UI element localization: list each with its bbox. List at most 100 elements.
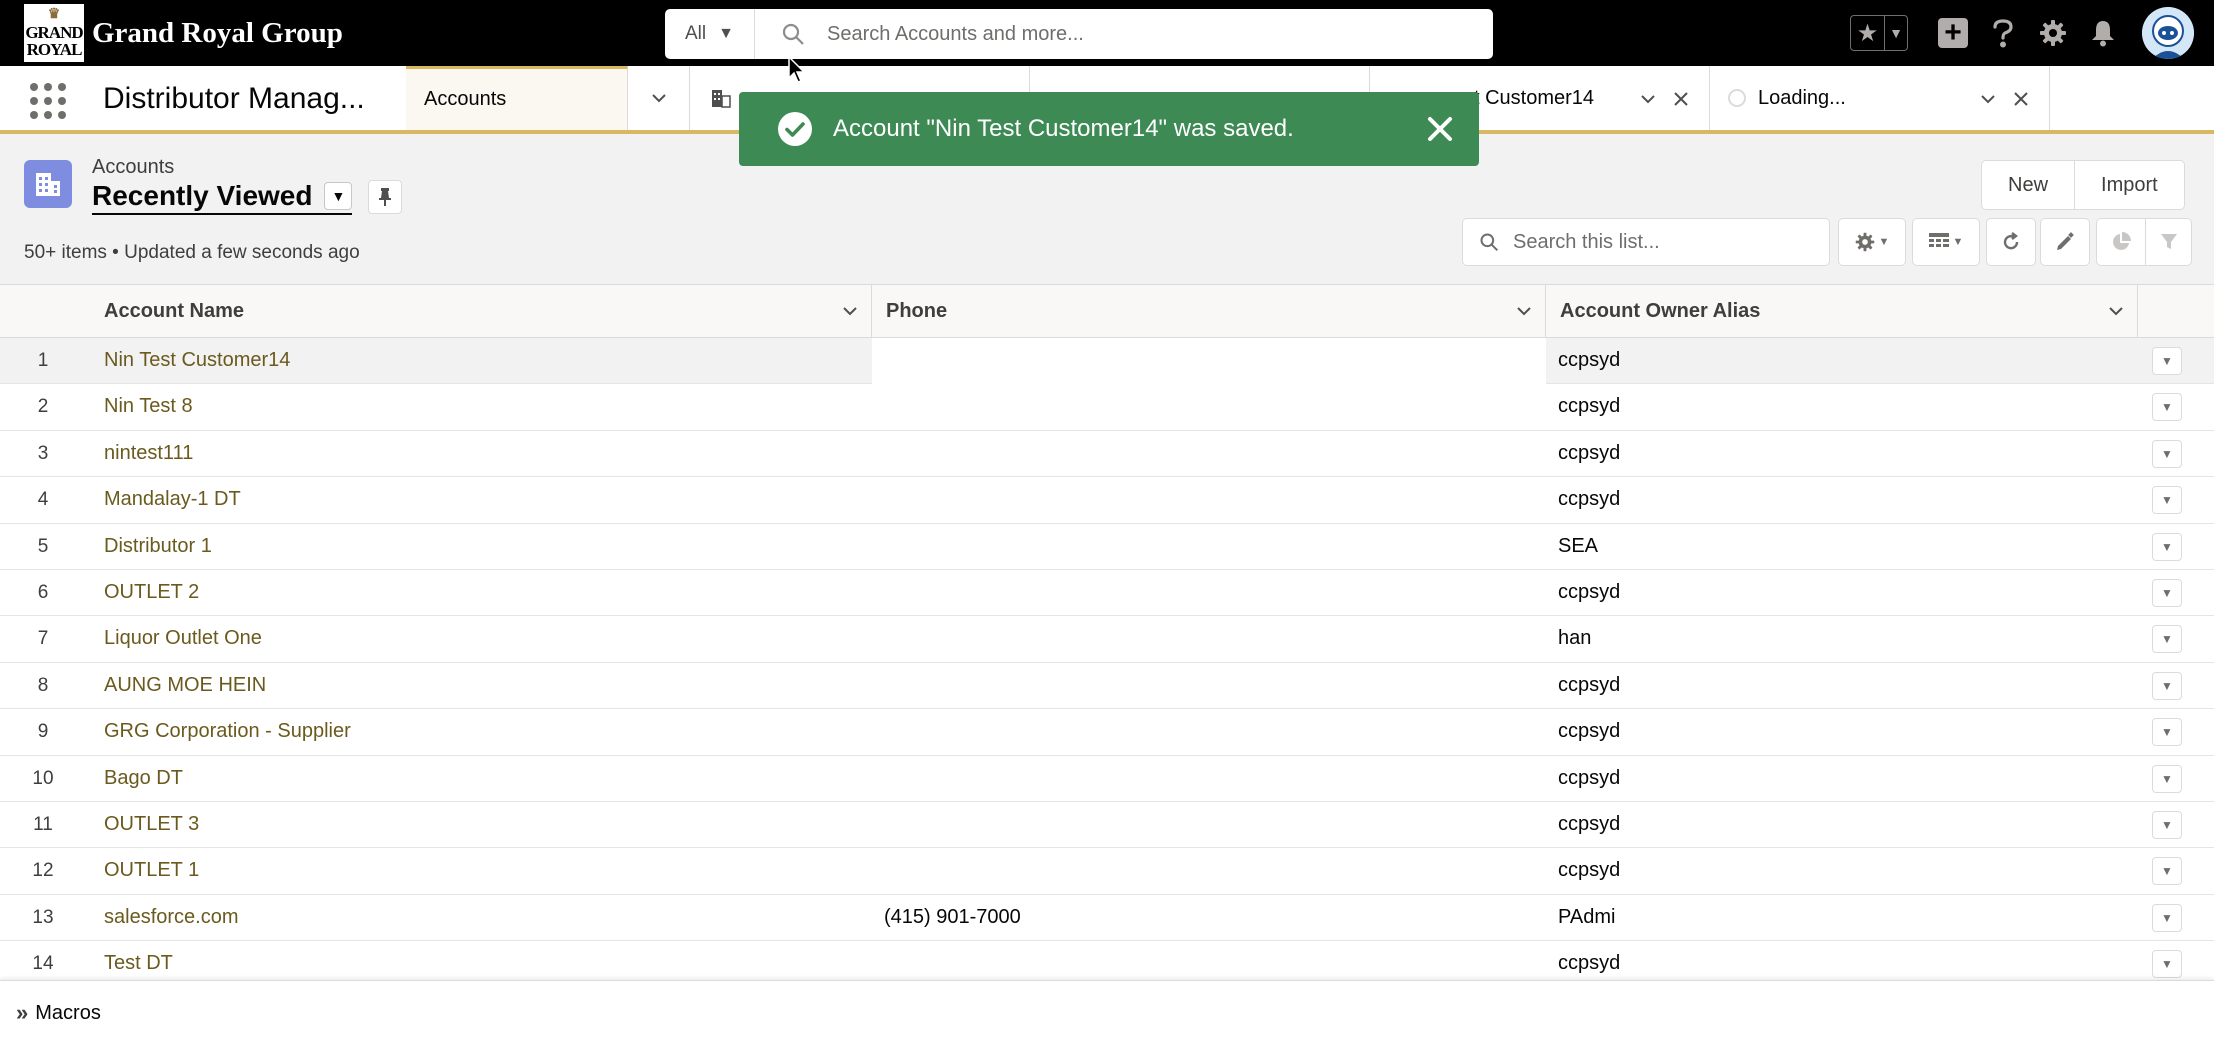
account-name-link[interactable]: salesforce.com [104, 906, 239, 929]
notifications-button[interactable] [2078, 8, 2128, 58]
owner-alias-cell: SEA [1558, 534, 1599, 557]
table-row[interactable]: 6 OUTLET 2 ccpsyd ▼ [0, 570, 2214, 617]
table-row[interactable]: 9 GRG Corporation - Supplier ccpsyd ▼ [0, 709, 2214, 756]
global-search-input[interactable] [827, 22, 1427, 46]
chevron-down-icon[interactable] [841, 302, 859, 320]
table-row[interactable]: 5 Distributor 1 SEA ▼ [0, 524, 2214, 570]
account-name-link[interactable]: OUTLET 3 [104, 813, 199, 836]
account-name-link[interactable]: Test DT [104, 952, 173, 975]
brand[interactable]: ♛ GRAND ROYAL Grand Royal Group [22, 2, 343, 64]
tab-loading[interactable]: Loading... [1710, 66, 2050, 130]
edit-list-button[interactable] [2040, 218, 2090, 266]
table-row[interactable]: 7 Liquor Outlet One han ▼ [0, 616, 2214, 663]
favorites-caret-icon[interactable]: ▼ [1885, 16, 1907, 50]
account-name-link[interactable]: Liquor Outlet One [104, 627, 262, 650]
phone-cell: (415) 901-7000 [884, 905, 1021, 928]
global-search: All ▼ [665, 9, 1493, 59]
account-name-link[interactable]: Bago DT [104, 767, 183, 790]
list-search-input[interactable] [1513, 230, 1813, 254]
account-name-link[interactable]: AUNG MOE HEIN [104, 674, 266, 697]
macros-utility[interactable]: » Macros [16, 981, 101, 1044]
table-row[interactable]: 12 OUTLET 1 ccpsyd ▼ [0, 848, 2214, 895]
account-name-link[interactable]: Mandalay-1 DT [104, 488, 241, 511]
table-row[interactable]: 14 Test DT ccpsyd ▼ [0, 941, 2214, 980]
account-name-link[interactable]: Distributor 1 [104, 535, 212, 558]
row-action-caret-icon[interactable]: ▼ [2152, 950, 2182, 979]
row-number: 13 [32, 906, 54, 928]
table-row[interactable]: 1 Nin Test Customer14 ccpsyd ▼ [0, 338, 2214, 385]
search-scope-dropdown[interactable]: All ▼ [665, 9, 755, 59]
setup-button[interactable] [2028, 8, 2078, 58]
import-button[interactable]: Import [2074, 161, 2184, 209]
help-button[interactable] [1978, 8, 2028, 58]
close-icon[interactable] [1673, 91, 1689, 107]
account-name-link[interactable]: OUTLET 2 [104, 581, 199, 604]
table-icon [1928, 233, 1949, 247]
table-row[interactable]: 8 AUNG MOE HEIN ccpsyd ▼ [0, 663, 2214, 710]
table-row[interactable]: 4 Mandalay-1 DT ccpsyd ▼ [0, 477, 2214, 524]
row-action-caret-icon[interactable]: ▼ [2152, 903, 2182, 932]
account-name-link[interactable]: Nin Test 8 [104, 395, 193, 418]
building-icon [36, 173, 60, 196]
owner-alias-cell: ccpsyd [1558, 673, 1621, 696]
user-avatar[interactable] [2142, 7, 2194, 59]
row-action-caret-icon[interactable]: ▼ [2152, 718, 2182, 747]
row-action-caret-icon[interactable]: ▼ [2152, 764, 2182, 793]
pin-list-button[interactable] [368, 180, 402, 214]
mouse-cursor-icon [788, 56, 806, 83]
row-action-caret-icon[interactable]: ▼ [2152, 857, 2182, 886]
chevron-down-icon[interactable] [1515, 302, 1533, 320]
table-row[interactable]: 2 Nin Test 8 ccpsyd ▼ [0, 384, 2214, 431]
search-icon [1480, 233, 1499, 252]
table-row[interactable]: 13 salesforce.com (415) 901-7000 PAdmi ▼ [0, 895, 2214, 942]
row-action-caret-icon[interactable]: ▼ [2152, 393, 2182, 422]
column-header-owner-alias[interactable]: Account Owner Alias [1546, 285, 2138, 337]
row-action-caret-icon[interactable]: ▼ [2152, 625, 2182, 654]
close-icon[interactable] [2013, 91, 2029, 107]
app-launcher-icon[interactable] [30, 83, 70, 119]
chevron-down-icon[interactable] [2107, 302, 2125, 320]
charts-button[interactable] [2096, 218, 2146, 266]
display-as-button[interactable]: ▼ [1912, 218, 1980, 266]
refresh-button[interactable] [1986, 218, 2036, 266]
plus-icon: + [1938, 18, 1968, 48]
row-action-caret-icon[interactable]: ▼ [2152, 486, 2182, 515]
tab-accounts-menu[interactable] [628, 66, 690, 130]
account-name-link[interactable]: GRG Corporation - Supplier [104, 720, 351, 743]
row-action-caret-icon[interactable]: ▼ [2152, 347, 2182, 375]
row-action-caret-icon[interactable]: ▼ [2152, 810, 2182, 839]
account-name-link[interactable]: nintest111 [104, 442, 193, 465]
star-icon[interactable]: ★ [1851, 16, 1885, 50]
table-row[interactable]: 10 Bago DT ccpsyd ▼ [0, 756, 2214, 802]
gear-icon [1855, 232, 1874, 252]
list-view-selector[interactable]: Recently Viewed ▼ [92, 180, 353, 215]
close-icon[interactable] [1425, 114, 1455, 144]
chevron-down-icon[interactable] [1639, 90, 1657, 108]
list-settings-button[interactable]: ▼ [1838, 218, 1906, 266]
row-action-caret-icon[interactable]: ▼ [2152, 578, 2182, 607]
caret-down-icon[interactable]: ▼ [324, 182, 353, 210]
account-name-link[interactable]: OUTLET 1 [104, 859, 199, 882]
tab-accounts[interactable]: Accounts [406, 66, 628, 130]
search-icon [782, 23, 804, 45]
global-header: ♛ GRAND ROYAL Grand Royal Group All ▼ ★ … [0, 0, 2214, 66]
column-header-name[interactable]: Account Name [90, 285, 872, 337]
list-meta-info: 50+ items • Updated a few seconds ago [24, 242, 360, 263]
table-row[interactable]: 3 nintest111 ccpsyd ▼ [0, 431, 2214, 478]
account-name-link[interactable]: Nin Test Customer14 [104, 349, 290, 372]
chevron-down-icon[interactable] [1979, 90, 1997, 108]
global-actions-button[interactable]: + [1928, 8, 1978, 58]
row-action-caret-icon[interactable]: ▼ [2152, 671, 2182, 700]
macros-label: Macros [35, 1001, 101, 1024]
column-header-phone[interactable]: Phone [872, 285, 1546, 337]
row-action-caret-icon[interactable]: ▼ [2152, 439, 2182, 468]
header-actions: ★ ▼ + [1850, 0, 2194, 66]
object-label: Accounts [92, 156, 175, 178]
filters-button[interactable] [2146, 218, 2192, 266]
caret-down-icon: ▼ [1952, 236, 1964, 248]
table-row[interactable]: 11 OUTLET 3 ccpsyd ▼ [0, 802, 2214, 849]
owner-alias-cell: ccpsyd [1558, 859, 1621, 882]
row-action-caret-icon[interactable]: ▼ [2152, 532, 2182, 561]
new-button[interactable]: New [1982, 161, 2074, 209]
bell-icon [2092, 21, 2114, 47]
